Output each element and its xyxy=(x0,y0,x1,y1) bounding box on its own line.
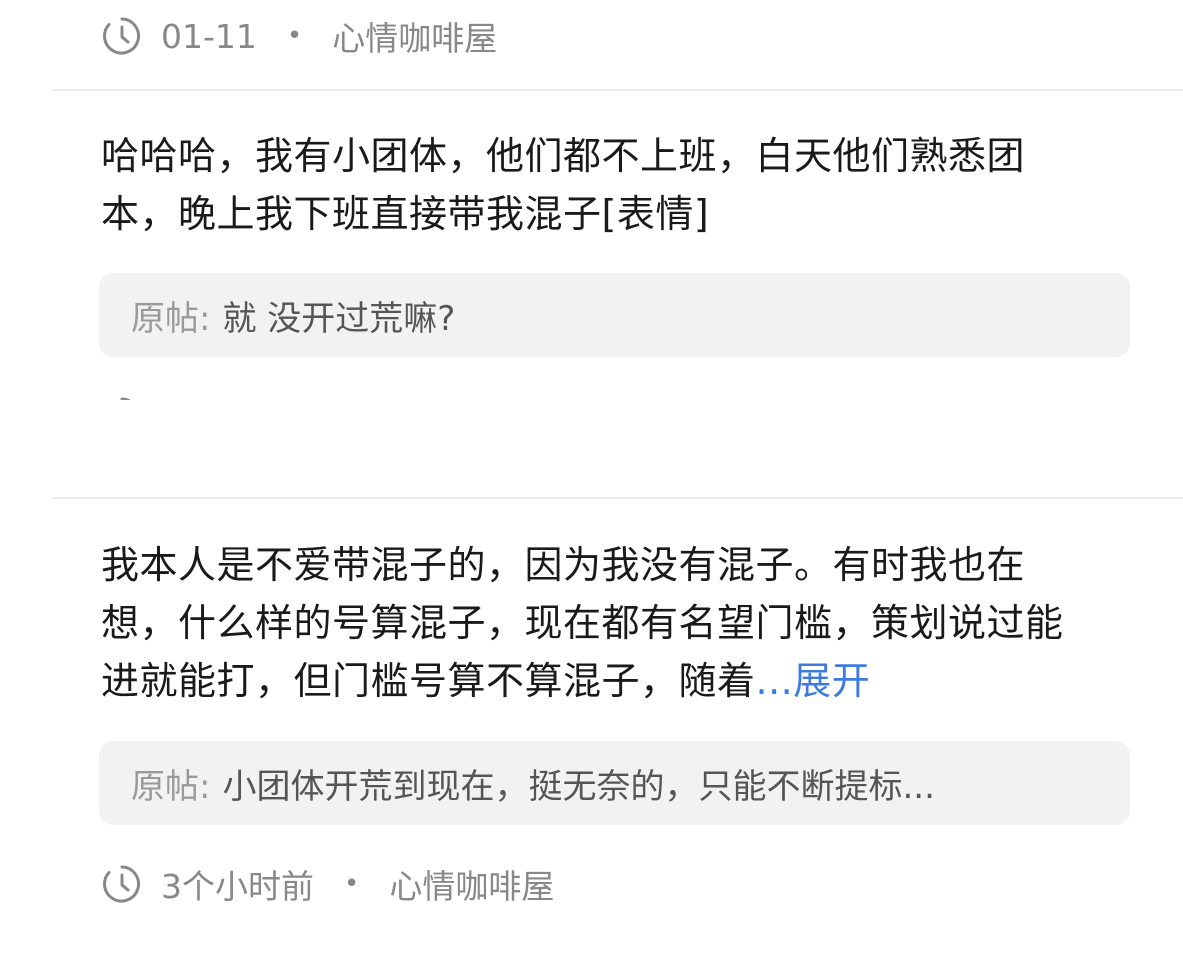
post-text: 哈哈哈，我有小团体，他们都不上班，白天他们熟悉团本，晚上我下班直接带我混子[表情… xyxy=(101,134,1026,236)
expand-link[interactable]: ...展开 xyxy=(756,659,871,703)
divider xyxy=(52,89,1183,91)
post-meta: 01-11 • 心情咖啡屋 xyxy=(101,14,497,58)
quote-label: 原帖: xyxy=(131,298,211,339)
post-circle-name[interactable]: 心情咖啡屋 xyxy=(389,860,554,908)
quote-text: 小团体开荒到现在，挺无奈的，只能不断提标... xyxy=(222,766,935,807)
post-circle-name[interactable]: 心情咖啡屋 xyxy=(332,12,497,60)
meta-separator: • xyxy=(286,21,303,51)
meta-separator: • xyxy=(344,869,360,899)
post-time: 01-11 xyxy=(161,16,257,56)
clock-icon xyxy=(101,863,143,905)
quote-label: 原帖: xyxy=(131,766,211,807)
post-time: 3个小时前 xyxy=(161,867,314,906)
clock-icon xyxy=(101,395,143,400)
post-time: 01-10 xyxy=(161,397,257,401)
original-post-quote[interactable]: 原帖: 就 没开过荒嘛? xyxy=(99,273,1130,357)
post-meta: 3个小时前 • 心情咖啡屋 xyxy=(101,862,554,906)
post-circle-name[interactable]: 心情咖啡屋 xyxy=(332,392,497,400)
post-content[interactable]: 我本人是不爱带混子的，因为我没有混子。有时我也在想，什么样的号算混子，现在都有名… xyxy=(101,536,1101,710)
post-text: 我本人是不爱带混子的，因为我没有混子。有时我也在想，什么样的号算混子，现在都有名… xyxy=(101,543,1064,703)
post-content[interactable]: 哈哈哈，我有小团体，他们都不上班，白天他们熟悉团本，晚上我下班直接带我混子[表情… xyxy=(101,127,1101,243)
original-post-quote[interactable]: 原帖: 小团体开荒到现在，挺无奈的，只能不断提标... xyxy=(99,741,1130,825)
post-meta-clipped: 01-10 • 心情咖啡屋 xyxy=(101,378,701,400)
post-meta: 01-10 • 心情咖啡屋 xyxy=(101,394,497,400)
divider xyxy=(52,497,1183,499)
quote-text: 就 没开过荒嘛? xyxy=(222,298,456,339)
clock-icon xyxy=(101,15,143,57)
